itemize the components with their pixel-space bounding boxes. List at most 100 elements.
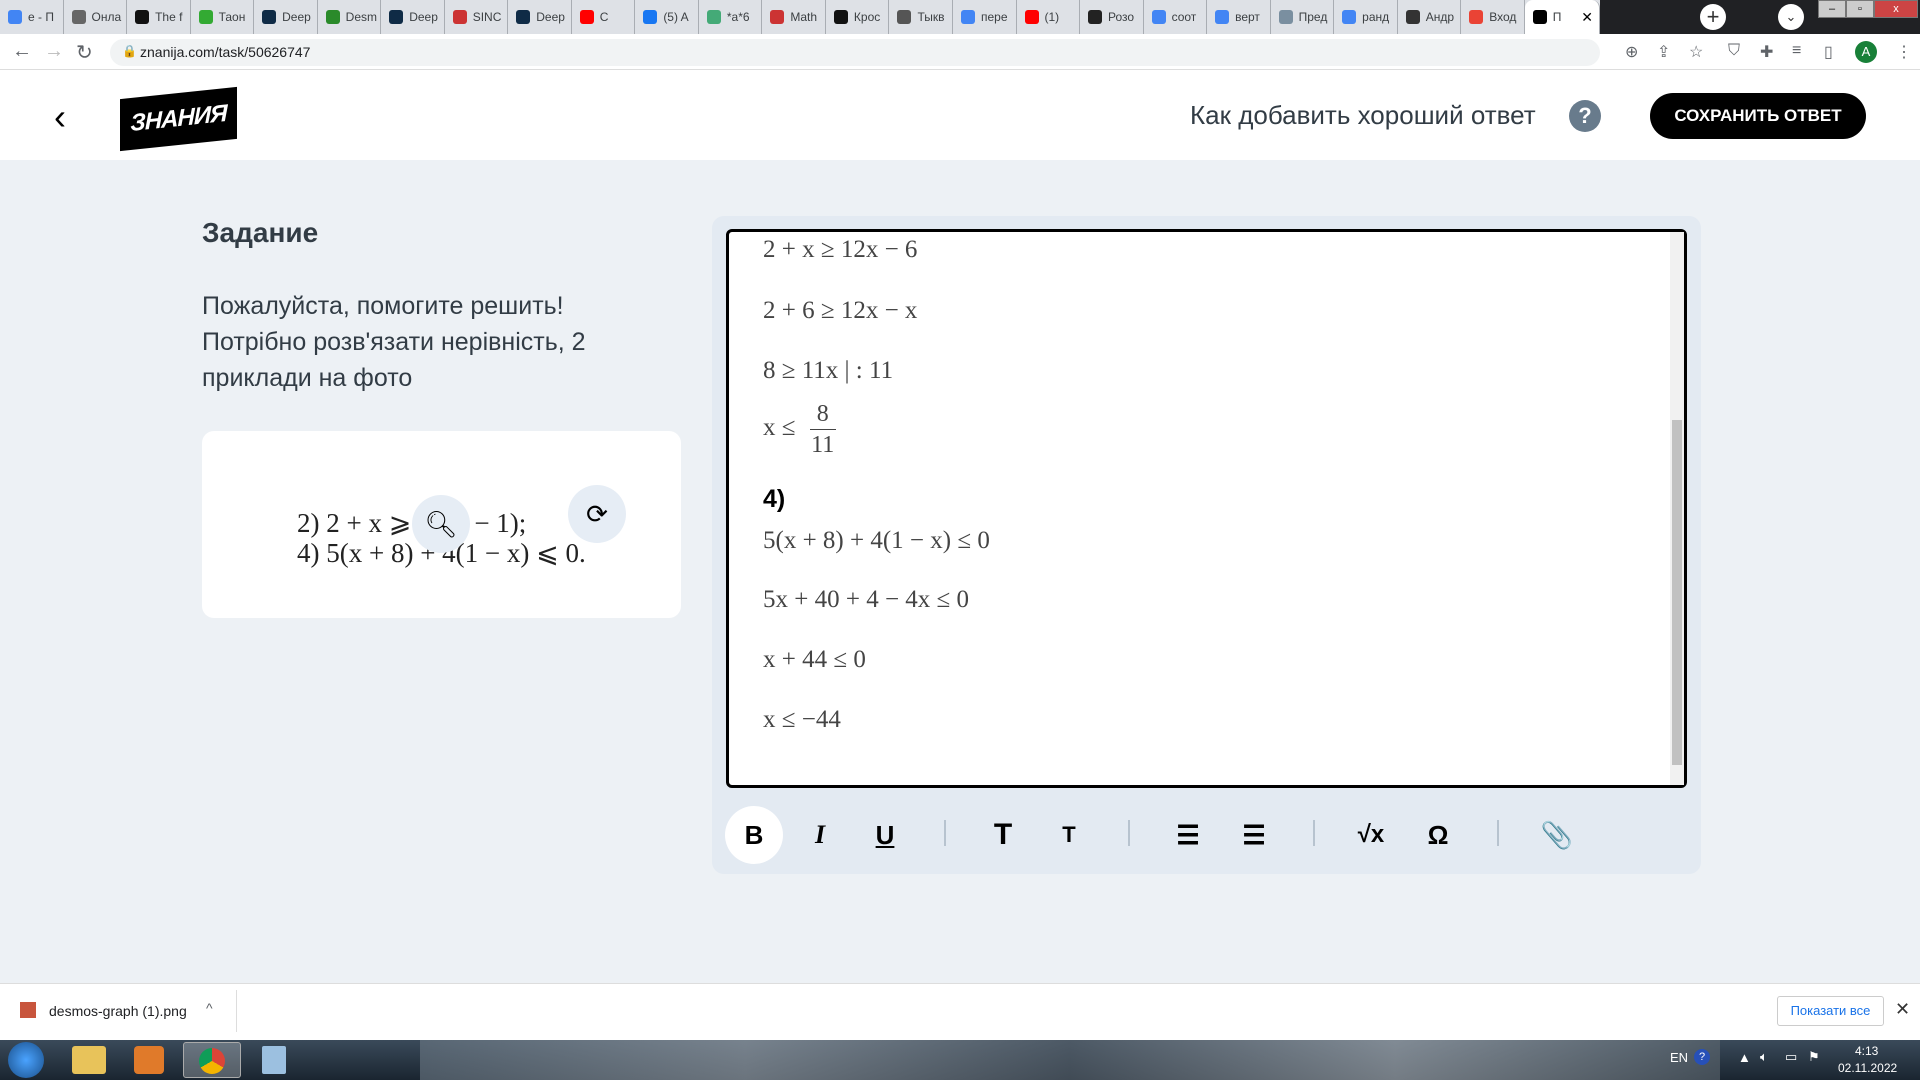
help-icon[interactable]: ?: [1569, 100, 1601, 132]
tab-label: П: [1552, 10, 1562, 24]
profile-avatar[interactable]: A: [1855, 41, 1877, 63]
tab-label: Deep: [409, 10, 438, 24]
browser-tab[interactable]: Тыкв: [889, 0, 953, 34]
browser-tab[interactable]: Deep: [381, 0, 445, 34]
back-chevron-icon[interactable]: ‹: [54, 96, 66, 138]
toolbar-divider: [1313, 820, 1315, 846]
answer-editor[interactable]: 2 + x ≥ 12x − 6 2 + 6 ≥ 12x − x 8 ≥ 11x …: [726, 229, 1687, 788]
formula-button[interactable]: √x: [1342, 806, 1400, 864]
subheading-button[interactable]: T: [1040, 806, 1098, 864]
browser-tab[interactable]: ранд: [1334, 0, 1398, 34]
browser-tab[interactable]: *a*6: [699, 0, 763, 34]
underline-button[interactable]: U: [856, 806, 914, 864]
browser-tab-active[interactable]: П ✕: [1524, 0, 1600, 34]
calculator-taskbar-icon[interactable]: [262, 1046, 286, 1074]
extension-shield-icon[interactable]: ⛉: [1728, 42, 1740, 60]
close-download-bar-icon[interactable]: ✕: [1895, 999, 1910, 1020]
extensions-puzzle-icon[interactable]: ✚: [1760, 42, 1773, 62]
browser-tab[interactable]: Андр: [1398, 0, 1462, 34]
bullet-list-button[interactable]: ☰: [1225, 806, 1283, 864]
chevron-up-icon[interactable]: ^: [206, 1000, 213, 1016]
browser-tab[interactable]: Вход: [1461, 0, 1525, 34]
zoom-image-button[interactable]: 🔍︎: [412, 495, 470, 553]
bookmark-star-icon[interactable]: ☆: [1689, 42, 1703, 62]
media-player-taskbar-icon[interactable]: [134, 1046, 164, 1074]
task-image[interactable]: 2) 2 + x ⩾ 3(4x − 1); 4) 5(x + 8) + 4(1 …: [202, 431, 681, 618]
tab-label: SINC: [472, 10, 502, 24]
share-icon[interactable]: ⇪: [1657, 42, 1670, 62]
browser-tab[interactable]: Онла: [64, 0, 128, 34]
help-tray-icon[interactable]: ?: [1694, 1049, 1710, 1065]
browser-tab[interactable]: Розо: [1080, 0, 1144, 34]
desktop-wallpaper: [420, 1040, 1720, 1080]
close-tab-icon[interactable]: ✕: [1581, 9, 1593, 26]
volume-icon[interactable]: 🔈︎: [1760, 1049, 1768, 1065]
browser-tab[interactable]: Desm: [318, 0, 382, 34]
tab-label: Тыкв: [917, 10, 945, 24]
tab-label: Вход: [1489, 10, 1517, 24]
tab-label: Крос: [853, 10, 881, 24]
tab-search-button[interactable]: ⌄: [1778, 4, 1804, 30]
browser-tab[interactable]: Deep: [508, 0, 572, 34]
editor-line: 2 + x ≥ 12x − 6: [763, 236, 918, 263]
browser-tab[interactable]: (5) A: [635, 0, 699, 34]
chrome-taskbar-button[interactable]: [183, 1042, 241, 1078]
rotate-image-button[interactable]: ⟳: [568, 485, 626, 543]
download-filename[interactable]: desmos-graph (1).png: [49, 1003, 187, 1019]
menu-kebab-icon[interactable]: ⋮: [1896, 42, 1912, 62]
browser-tab[interactable]: Крос: [826, 0, 890, 34]
howto-link[interactable]: Как добавить хороший ответ: [1190, 100, 1536, 131]
editor-scroll-thumb[interactable]: [1672, 420, 1682, 765]
clock-date[interactable]: 02.11.2022: [1838, 1061, 1897, 1075]
ordered-list-button[interactable]: ☰: [1159, 806, 1217, 864]
clock-time[interactable]: 4:13: [1855, 1044, 1878, 1058]
zoom-icon[interactable]: ⊕: [1625, 42, 1638, 62]
reload-icon[interactable]: ↻: [76, 40, 93, 65]
tab-label: Пред: [1298, 10, 1328, 24]
browser-tab[interactable]: верт: [1207, 0, 1271, 34]
heading-button[interactable]: T: [974, 806, 1032, 864]
show-hidden-icons[interactable]: ▲: [1738, 1050, 1751, 1065]
back-icon[interactable]: ←: [12, 40, 32, 63]
explorer-taskbar-icon[interactable]: [72, 1046, 106, 1074]
language-indicator[interactable]: EN: [1670, 1050, 1688, 1065]
browser-tab[interactable]: SINC: [445, 0, 509, 34]
italic-button[interactable]: I: [791, 806, 849, 864]
new-tab-button[interactable]: +: [1700, 4, 1726, 30]
maximize-button[interactable]: ▫: [1846, 0, 1874, 18]
denominator: 11: [811, 432, 835, 458]
save-answer-button[interactable]: СОХРАНИТЬ ОТВЕТ: [1650, 93, 1866, 139]
forward-icon[interactable]: →: [44, 40, 64, 63]
show-all-button[interactable]: Показати все: [1777, 996, 1884, 1026]
start-button[interactable]: [8, 1042, 44, 1078]
media-icon[interactable]: ≡: [1792, 42, 1801, 60]
minimize-button[interactable]: –: [1818, 0, 1846, 18]
network-icon[interactable]: ▭: [1785, 1049, 1797, 1065]
tab-label: (1): [1044, 10, 1060, 24]
browser-tab[interactable]: (1): [1017, 0, 1081, 34]
browser-tab[interactable]: Пред: [1271, 0, 1335, 34]
tab-favicon-icon: [1088, 10, 1103, 24]
browser-tab[interactable]: Deep: [254, 0, 318, 34]
task-text: Пожалуйста, помогите решить! Потрібно ро…: [202, 292, 586, 392]
tab-favicon-icon: [325, 10, 340, 24]
symbol-button[interactable]: Ω: [1409, 806, 1467, 864]
tab-label: C: [599, 10, 609, 24]
browser-tab[interactable]: The f: [127, 0, 191, 34]
attach-button[interactable]: 📎: [1528, 806, 1586, 864]
action-center-flag-icon[interactable]: ⚑: [1808, 1049, 1820, 1065]
browser-tab[interactable]: Таон: [191, 0, 255, 34]
site-header: [0, 70, 1920, 160]
numerator: 8: [816, 401, 829, 427]
side-panel-icon[interactable]: ▯: [1824, 42, 1833, 62]
bold-button[interactable]: B: [725, 806, 783, 864]
divider: [236, 990, 237, 1032]
tab-label: ранд: [1362, 10, 1390, 24]
browser-tab[interactable]: пере: [953, 0, 1017, 34]
close-window-button[interactable]: x: [1874, 0, 1918, 18]
browser-tab[interactable]: e - П: [0, 0, 64, 34]
browser-tab[interactable]: соот: [1144, 0, 1208, 34]
url-input[interactable]: znanija.com/task/50626747: [110, 39, 1600, 66]
browser-tab[interactable]: C: [572, 0, 636, 34]
browser-tab[interactable]: Math: [762, 0, 826, 34]
